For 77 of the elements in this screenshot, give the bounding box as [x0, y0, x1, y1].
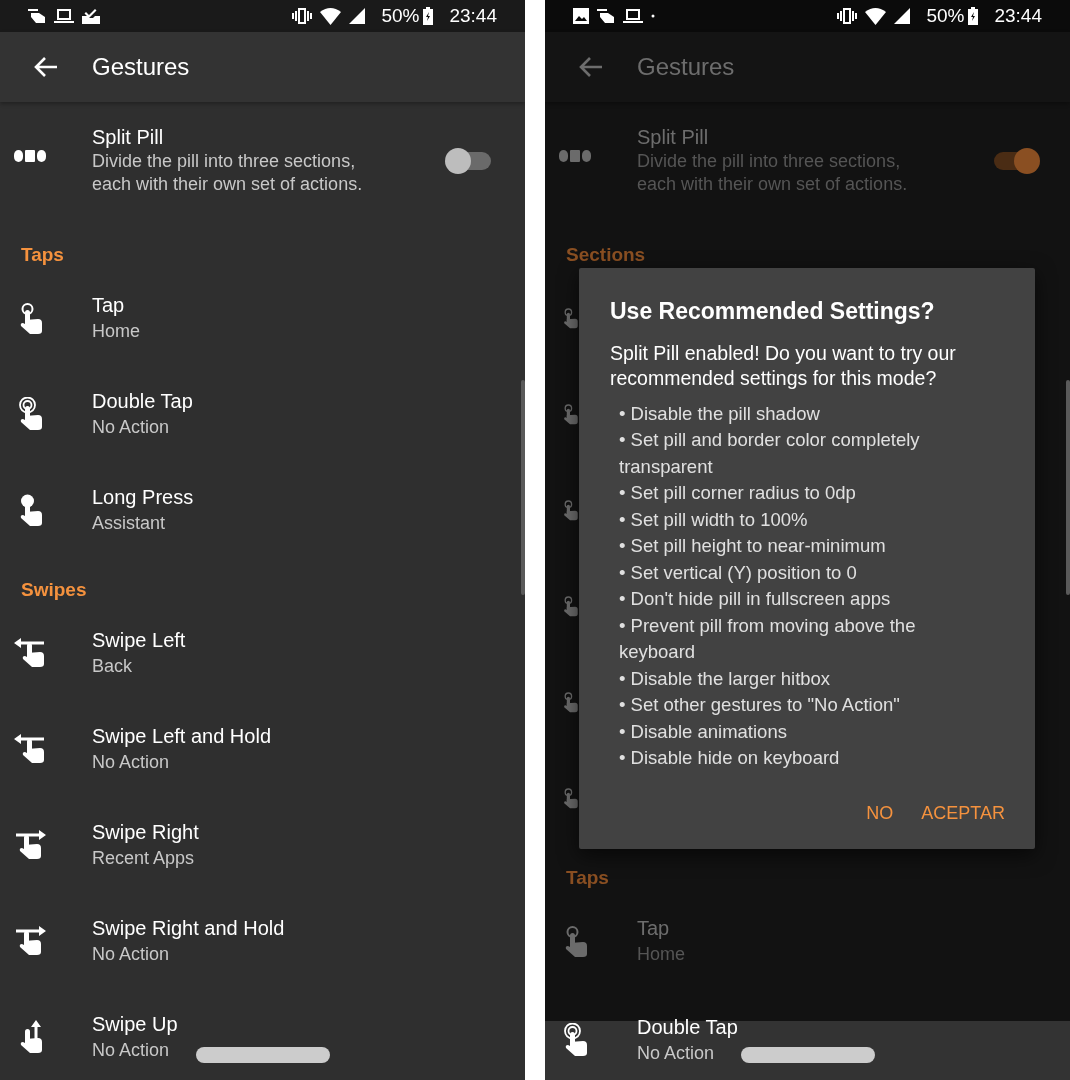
back-arrow-icon: [579, 56, 603, 78]
item-summary: No Action: [92, 415, 171, 439]
item-summary: No Action: [92, 1038, 171, 1062]
battery-icon: [968, 7, 979, 25]
vibrate-icon: [292, 7, 313, 25]
item-title: Swipe Right and Hold: [92, 915, 285, 941]
pill-icon: [559, 150, 591, 162]
bullet-item: • Set other gestures to "No Action": [619, 693, 901, 717]
item-title: Tap: [637, 915, 671, 941]
bullet-item: • Set pill height to near-minimum: [619, 534, 887, 558]
section-header: Swipes: [20, 578, 88, 602]
item-title: Swipe Left and Hold: [92, 723, 271, 749]
vibrate-icon: [837, 7, 858, 25]
section-header: Taps: [20, 243, 65, 267]
battery-percent: 50%: [381, 3, 420, 28]
double-tap-icon: [561, 1023, 589, 1057]
gesture-handle[interactable]: [196, 1047, 330, 1063]
double-tap-icon: [16, 397, 44, 431]
item-summary: Assistant: [92, 511, 167, 535]
item-summary: Divide the pill into three sections, each with their own set of actions.: [637, 150, 909, 196]
back-arrow-icon: [34, 56, 58, 78]
laptop-icon: [54, 8, 74, 24]
bullet-item: • Prevent pill from moving above the keyboard: [619, 613, 917, 664]
bullet-item: • Set vertical (Y) position to 0: [619, 560, 858, 585]
bullet-item: • Set pill width to 100%: [619, 507, 809, 532]
item-title: Swipe Right: [92, 819, 199, 845]
item-title: Swipe Up: [92, 1011, 178, 1037]
item-summary: Home: [637, 942, 685, 966]
signal-icon: [894, 8, 911, 24]
battery-percent: 50%: [926, 3, 965, 28]
bullet-item: • Set pill corner radius to 0dp: [619, 481, 857, 505]
bullet-item: • Disable the larger hitbox: [619, 666, 832, 691]
clock-time: 23:44: [994, 3, 1042, 28]
item-title: Double Tap: [637, 1014, 738, 1040]
gesture-icon: [597, 8, 615, 24]
signal-icon: [349, 8, 366, 24]
swipe-right-icon: [14, 830, 46, 860]
pill-icon: [14, 150, 46, 162]
gesture-handle[interactable]: [741, 1047, 875, 1063]
section-header: Taps: [565, 866, 610, 890]
swipe-left-icon: [14, 734, 46, 764]
bullet-item: • Disable animations: [619, 719, 788, 744]
dialog-message: Split Pill enabled! Do you want to try our recommended settings for this mode?: [610, 340, 957, 391]
item-title: Swipe Left: [92, 627, 186, 653]
dot-icon: [651, 14, 655, 18]
item-title: Split Pill: [637, 125, 710, 150]
dialog-title: Use Recommended Settings?: [610, 297, 936, 326]
battery-icon: [423, 7, 434, 25]
tray-icon: [82, 8, 100, 24]
item-summary: Recent Apps: [92, 846, 196, 870]
bullet-item: • Disable the pill shadow: [619, 401, 821, 426]
bullet-item: • Don't hide pill in fullscreen apps: [619, 587, 892, 611]
item-summary: No Action: [637, 1041, 716, 1065]
item-summary: Back: [92, 654, 134, 678]
gesture-icon: [28, 8, 46, 24]
item-summary: No Action: [92, 750, 171, 774]
wifi-icon: [865, 7, 887, 25]
item-summary: No Action: [92, 942, 171, 966]
item-summary: Home: [92, 319, 140, 343]
swipe-right-icon: [14, 926, 46, 956]
dialog-button[interactable]: ACEPTAR: [907, 793, 1005, 833]
dialog-button[interactable]: NO: [852, 793, 894, 833]
clock-time: 23:44: [449, 3, 497, 28]
item-title: Tap: [92, 292, 126, 318]
swipe-left-icon: [14, 638, 46, 668]
laptop-icon: [623, 8, 643, 24]
item-title: Long Press: [92, 484, 194, 510]
bullet-item: • Disable hide on keyboard: [619, 746, 841, 770]
wifi-icon: [320, 7, 342, 25]
image-icon: [573, 8, 589, 24]
item-title: Double Tap: [92, 388, 193, 414]
screen-title: Gestures: [92, 52, 190, 82]
screen-title: Gestures: [637, 52, 735, 82]
section-header: Sections: [565, 243, 647, 267]
item-title: Split Pill: [92, 125, 165, 150]
bullet-item: • Set pill and border color completely transparent: [619, 428, 921, 479]
item-summary: Divide the pill into three sections, each with their own set of actions.: [92, 150, 364, 196]
